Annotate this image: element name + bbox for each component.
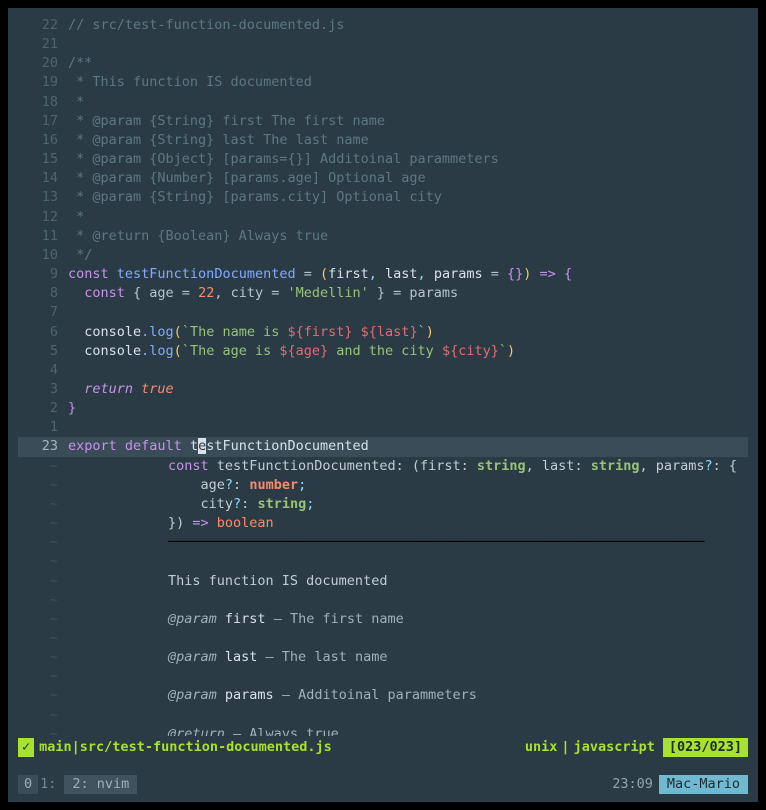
line-number: 7: [18, 303, 68, 322]
line-number: 8: [18, 284, 68, 303]
code-line: const { age = 22, city = 'Medellin' } = …: [68, 284, 748, 303]
file-path: src/test-function-documented.js: [80, 738, 332, 757]
tmux-window-index: 1:: [38, 775, 58, 794]
code-line: [68, 361, 748, 380]
code-line: * This function IS documented: [68, 73, 748, 92]
code-line: * @param {String} last The last name: [68, 131, 748, 150]
check-icon: ✓: [18, 738, 34, 757]
line-number: 10: [18, 246, 68, 265]
code-area[interactable]: 22// src/test-function-documented.js 21 …: [18, 16, 748, 736]
code-line: */: [68, 246, 748, 265]
code-line: /**: [68, 54, 748, 73]
line-number: 21: [18, 35, 68, 54]
code-line: * @param {Number} [params.age] Optional …: [68, 169, 748, 188]
code-line: * @param {String} [params.city] Optional…: [68, 188, 748, 207]
file-type: javascript: [570, 738, 659, 757]
line-number: 16: [18, 131, 68, 150]
code-line: *: [68, 93, 748, 112]
line-number: 17: [18, 112, 68, 131]
git-branch: main: [39, 738, 72, 757]
popup-description: This function IS documented: [68, 573, 387, 589]
separator: |: [72, 738, 80, 757]
line-number: 1: [18, 418, 68, 437]
editor-window: 22// src/test-function-documented.js 21 …: [8, 8, 758, 802]
tilde: ~: [18, 686, 68, 705]
tilde: ~: [18, 706, 68, 725]
tilde: ~: [18, 629, 68, 648]
line-position: [023/023]: [663, 738, 748, 757]
line-number: 12: [18, 208, 68, 227]
tilde: ~: [18, 476, 68, 495]
tmux-session[interactable]: 0: [18, 775, 38, 794]
tilde: ~: [18, 648, 68, 667]
code-line: return true: [68, 380, 748, 399]
line-number: 9: [18, 265, 68, 284]
code-line: const testFunctionDocumented = (first, l…: [68, 265, 748, 284]
code-line: * @return {Boolean} Always true: [68, 227, 748, 246]
tilde: ~: [18, 495, 68, 514]
hostname: Mac-Mario: [659, 775, 748, 794]
code-line: export default testFunctionDocumented: [68, 437, 748, 456]
code-line: console.log(`The age is ${age} and the c…: [68, 342, 748, 361]
line-number: 18: [18, 93, 68, 112]
line-number: 5: [18, 342, 68, 361]
tilde: ~: [18, 610, 68, 629]
tilde: ~: [18, 572, 68, 591]
status-bar: ✓ main | src/test-function-documented.js…: [18, 738, 748, 757]
file-encoding: unix: [521, 738, 562, 757]
tilde: ~: [18, 591, 68, 610]
code-line: // src/test-function-documented.js: [68, 16, 748, 35]
line-number: 14: [18, 169, 68, 188]
tmux-bar: 0 1: 2: nvim 23:09 Mac-Mario: [18, 775, 748, 794]
code-line: [68, 35, 748, 54]
line-number: 2: [18, 399, 68, 418]
tilde: ~: [18, 533, 68, 552]
clock: 23:09: [606, 775, 659, 794]
line-number: 6: [18, 323, 68, 342]
tmux-window[interactable]: 2: nvim: [64, 775, 137, 794]
code-line: [68, 303, 748, 322]
line-number: 15: [18, 150, 68, 169]
current-line: 23export default testFunctionDocumented: [18, 437, 748, 456]
line-number: 19: [18, 73, 68, 92]
popup-divider: ────────────────────────────────────────…: [68, 534, 704, 550]
code-line: *: [68, 208, 748, 227]
tilde: ~: [18, 514, 68, 533]
code-line: console.log(`The name is ${first} ${last…: [68, 323, 748, 342]
line-number: 22: [18, 16, 68, 35]
line-number: 3: [18, 380, 68, 399]
text-cursor: e: [198, 438, 206, 454]
line-number: 4: [18, 361, 68, 380]
line-number: 11: [18, 227, 68, 246]
tilde: ~: [18, 667, 68, 686]
tilde: ~: [18, 552, 68, 571]
separator: |: [561, 738, 569, 757]
line-number-current: 23: [18, 437, 68, 456]
code-line: [68, 418, 748, 437]
tilde: ~: [18, 725, 68, 736]
line-number: 20: [18, 54, 68, 73]
code-line: * @param {Object} [params={}] Additoinal…: [68, 150, 748, 169]
code-line: }: [68, 399, 748, 418]
line-number: 13: [18, 188, 68, 207]
tilde: ~: [18, 457, 68, 476]
code-line: * @param {String} first The first name: [68, 112, 748, 131]
